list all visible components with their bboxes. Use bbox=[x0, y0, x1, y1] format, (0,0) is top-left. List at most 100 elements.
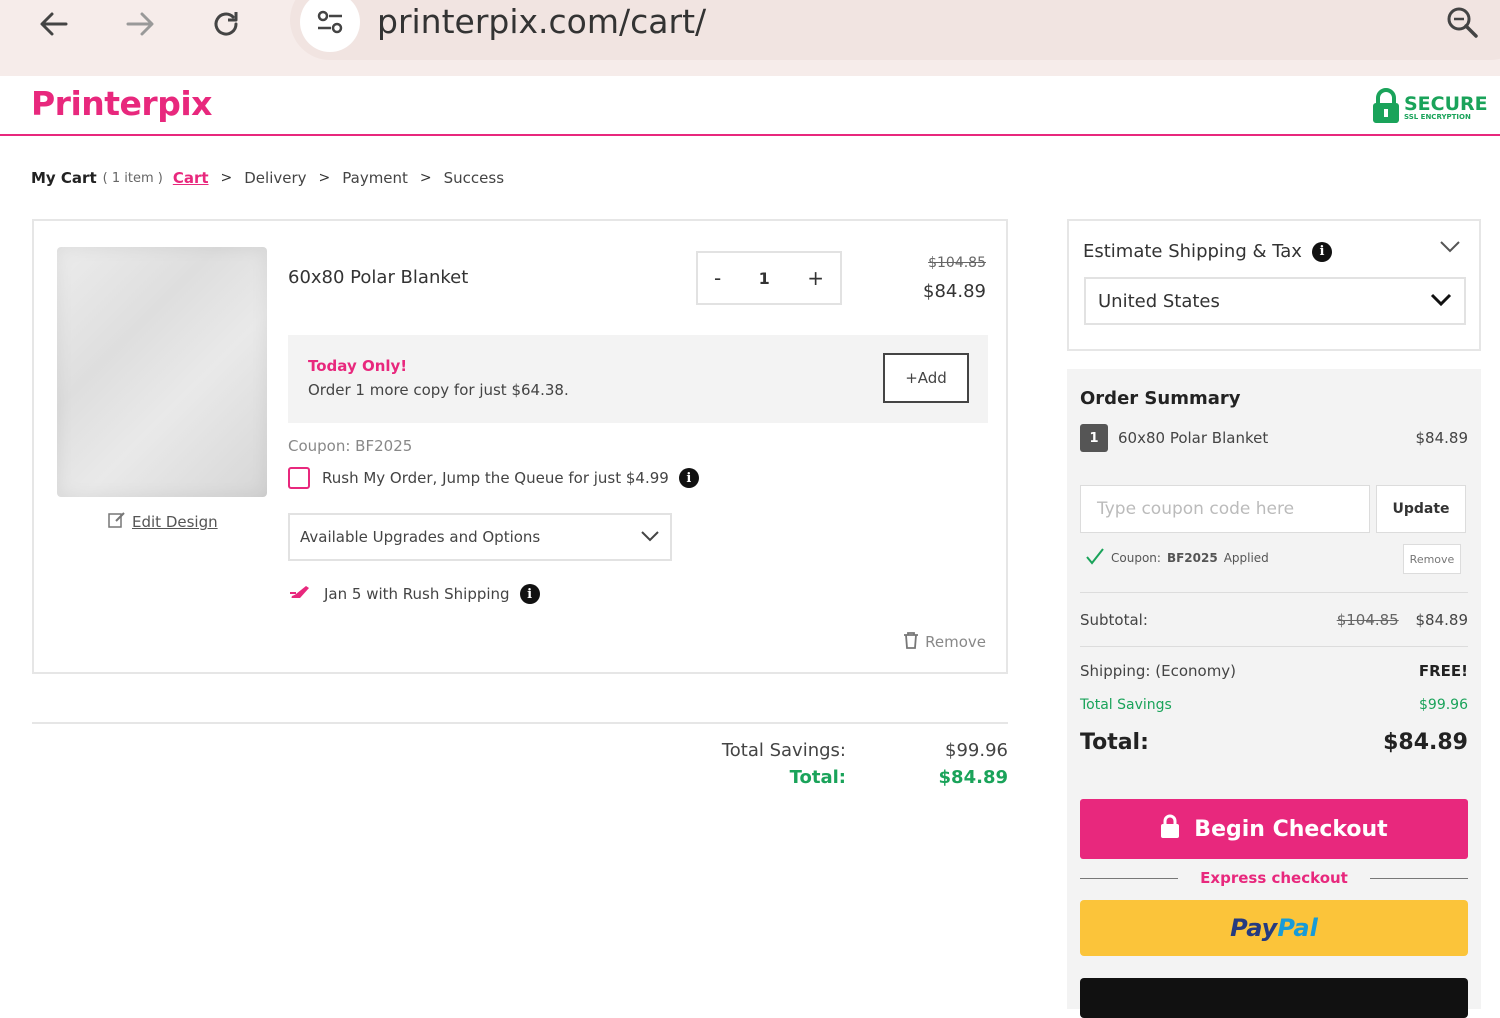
chevron-down-icon bbox=[640, 528, 660, 546]
site-header: Printerpix SECURE SSL ENCRYPTION bbox=[0, 76, 1500, 136]
subtotal-original: $104.85 bbox=[1336, 611, 1399, 629]
divider bbox=[32, 722, 1008, 724]
upsell-promo: Today Only! Order 1 more copy for just $… bbox=[288, 335, 988, 423]
total-savings-value: $99.96 bbox=[945, 740, 1008, 761]
coupon-applied-suffix: Applied bbox=[1223, 550, 1269, 565]
paypal-logo-pal: Pal bbox=[1277, 914, 1318, 942]
decrease-button[interactable]: - bbox=[714, 266, 721, 290]
remove-item-label: Remove bbox=[925, 633, 986, 651]
update-coupon-button[interactable]: Update bbox=[1376, 485, 1466, 533]
product-thumbnail[interactable] bbox=[57, 247, 267, 497]
chevron-down-icon bbox=[1430, 291, 1452, 312]
savings-row: Total Savings $99.96 bbox=[1080, 697, 1468, 713]
delivery-estimate-text: Jan 5 with Rush Shipping bbox=[324, 585, 510, 603]
trash-icon bbox=[903, 631, 919, 653]
summary-total-value: $84.89 bbox=[1383, 730, 1468, 755]
order-summary-title: Order Summary bbox=[1080, 388, 1241, 409]
alt-payment-button[interactable] bbox=[1080, 978, 1468, 1018]
logo[interactable]: Printerpix bbox=[31, 84, 212, 123]
shipping-value: FREE! bbox=[1418, 662, 1468, 680]
zoom-icon[interactable] bbox=[1440, 0, 1484, 44]
delivery-estimate: Jan 5 with Rush Shipping i bbox=[288, 583, 540, 605]
add-copy-button[interactable]: +Add bbox=[883, 353, 969, 403]
rush-order-checkbox[interactable] bbox=[288, 467, 310, 489]
subtotal-value: $84.89 bbox=[1415, 611, 1469, 629]
my-cart-label: My Cart bbox=[31, 169, 97, 187]
remove-coupon-button[interactable]: Remove bbox=[1403, 544, 1461, 574]
summary-total-label: Total: bbox=[1080, 730, 1149, 755]
cart-count: ( 1 item ) bbox=[102, 170, 163, 186]
upgrades-dropdown[interactable]: Available Upgrades and Options bbox=[288, 513, 672, 561]
increase-button[interactable]: + bbox=[807, 266, 824, 290]
current-price: $84.89 bbox=[923, 281, 986, 302]
breadcrumb-success: Success bbox=[443, 169, 505, 187]
quantity-value[interactable]: 1 bbox=[759, 269, 770, 288]
breadcrumb-delivery: Delivery bbox=[244, 169, 307, 187]
reload-icon[interactable] bbox=[206, 4, 246, 44]
quantity-stepper: - 1 + bbox=[696, 251, 842, 305]
begin-checkout-button[interactable]: Begin Checkout bbox=[1080, 799, 1468, 859]
summary-item-price: $84.89 bbox=[1415, 429, 1469, 447]
breadcrumb-payment: Payment bbox=[342, 169, 408, 187]
edit-design-link[interactable]: Edit Design bbox=[108, 511, 218, 533]
promo-heading: Today Only! bbox=[308, 357, 408, 375]
lock-icon bbox=[1372, 88, 1400, 128]
express-checkout-label: Express checkout bbox=[1200, 869, 1348, 887]
chevron-right-icon: > bbox=[318, 170, 331, 186]
rocket-icon bbox=[288, 583, 312, 605]
checkmark-icon bbox=[1085, 547, 1105, 568]
summary-item-name: 60x80 Polar Blanket bbox=[1118, 429, 1269, 447]
summary-savings-label: Total Savings bbox=[1080, 697, 1172, 713]
total-savings-label: Total Savings: bbox=[721, 740, 846, 761]
coupon-code: BF2025 bbox=[1166, 550, 1218, 565]
info-icon[interactable]: i bbox=[1311, 241, 1332, 262]
upgrades-label: Available Upgrades and Options bbox=[300, 528, 541, 546]
summary-savings-value: $99.96 bbox=[1419, 697, 1468, 713]
remove-item-button[interactable]: Remove bbox=[903, 631, 986, 653]
estimate-shipping-title: Estimate Shipping & Tax bbox=[1083, 241, 1302, 262]
edit-design-label: Edit Design bbox=[132, 513, 218, 531]
coupon-applied-prefix: Coupon: bbox=[1111, 550, 1161, 565]
cart-totals-values: $99.96 $84.89 bbox=[920, 740, 1008, 788]
shipping-row: Shipping: (Economy) FREE! bbox=[1080, 662, 1468, 680]
begin-checkout-label: Begin Checkout bbox=[1194, 816, 1388, 842]
promo-text: Order 1 more copy for just $64.38. bbox=[308, 381, 569, 399]
secure-label: SECURE bbox=[1404, 93, 1488, 115]
info-icon[interactable]: i bbox=[678, 468, 699, 488]
estimate-shipping-panel: Estimate Shipping & Tax i United States bbox=[1067, 219, 1481, 351]
back-arrow-icon[interactable] bbox=[34, 4, 74, 44]
cart-item-card: Edit Design 60x80 Polar Blanket - 1 + $1… bbox=[32, 219, 1008, 674]
breadcrumb: My Cart ( 1 item ) Cart > Delivery > Pay… bbox=[31, 169, 504, 187]
divider bbox=[1080, 646, 1468, 647]
shipping-label: Shipping: (Economy) bbox=[1080, 662, 1237, 680]
subtotal-row: Subtotal: $104.85 $84.89 bbox=[1080, 611, 1468, 629]
edit-icon bbox=[108, 511, 126, 533]
paypal-button[interactable]: Pay Pal bbox=[1080, 900, 1468, 956]
forward-arrow-icon[interactable] bbox=[120, 4, 160, 44]
url-text[interactable]: printerpix.com/cart/ bbox=[377, 0, 706, 44]
order-summary-panel: Order Summary 1 60x80 Polar Blanket $84.… bbox=[1067, 369, 1481, 1018]
total-label: Total: bbox=[789, 767, 846, 788]
country-select[interactable]: United States bbox=[1084, 277, 1466, 325]
summary-line-item: 1 60x80 Polar Blanket $84.89 bbox=[1080, 424, 1468, 452]
paypal-logo-pay: Pay bbox=[1230, 914, 1278, 942]
info-icon[interactable]: i bbox=[519, 584, 540, 604]
estimate-shipping-header[interactable]: Estimate Shipping & Tax i bbox=[1083, 241, 1332, 262]
chevron-right-icon: > bbox=[419, 170, 432, 186]
chevron-right-icon: > bbox=[220, 170, 233, 186]
summary-total-row: Total: $84.89 bbox=[1080, 730, 1468, 755]
coupon-applied-note: Coupon: BF2025 bbox=[288, 437, 413, 455]
breadcrumb-cart[interactable]: Cart bbox=[173, 169, 209, 187]
original-price: $104.85 bbox=[928, 255, 986, 271]
divider bbox=[1080, 592, 1468, 593]
lock-icon bbox=[1160, 813, 1180, 845]
coupon-input[interactable]: Type coupon code here bbox=[1080, 485, 1370, 533]
product-name: 60x80 Polar Blanket bbox=[288, 267, 469, 288]
coupon-applied-status: Coupon: BF2025 Applied bbox=[1085, 547, 1269, 568]
express-checkout-divider: Express checkout bbox=[1080, 869, 1469, 887]
total-value: $84.89 bbox=[938, 767, 1008, 788]
cart-totals-labels: Total Savings: Total: bbox=[720, 740, 846, 788]
secure-badge: SECURE SSL ENCRYPTION bbox=[1372, 88, 1488, 128]
rush-order-label[interactable]: Rush My Order, Jump the Queue for just $… bbox=[322, 469, 669, 487]
chevron-down-icon[interactable] bbox=[1439, 239, 1461, 258]
